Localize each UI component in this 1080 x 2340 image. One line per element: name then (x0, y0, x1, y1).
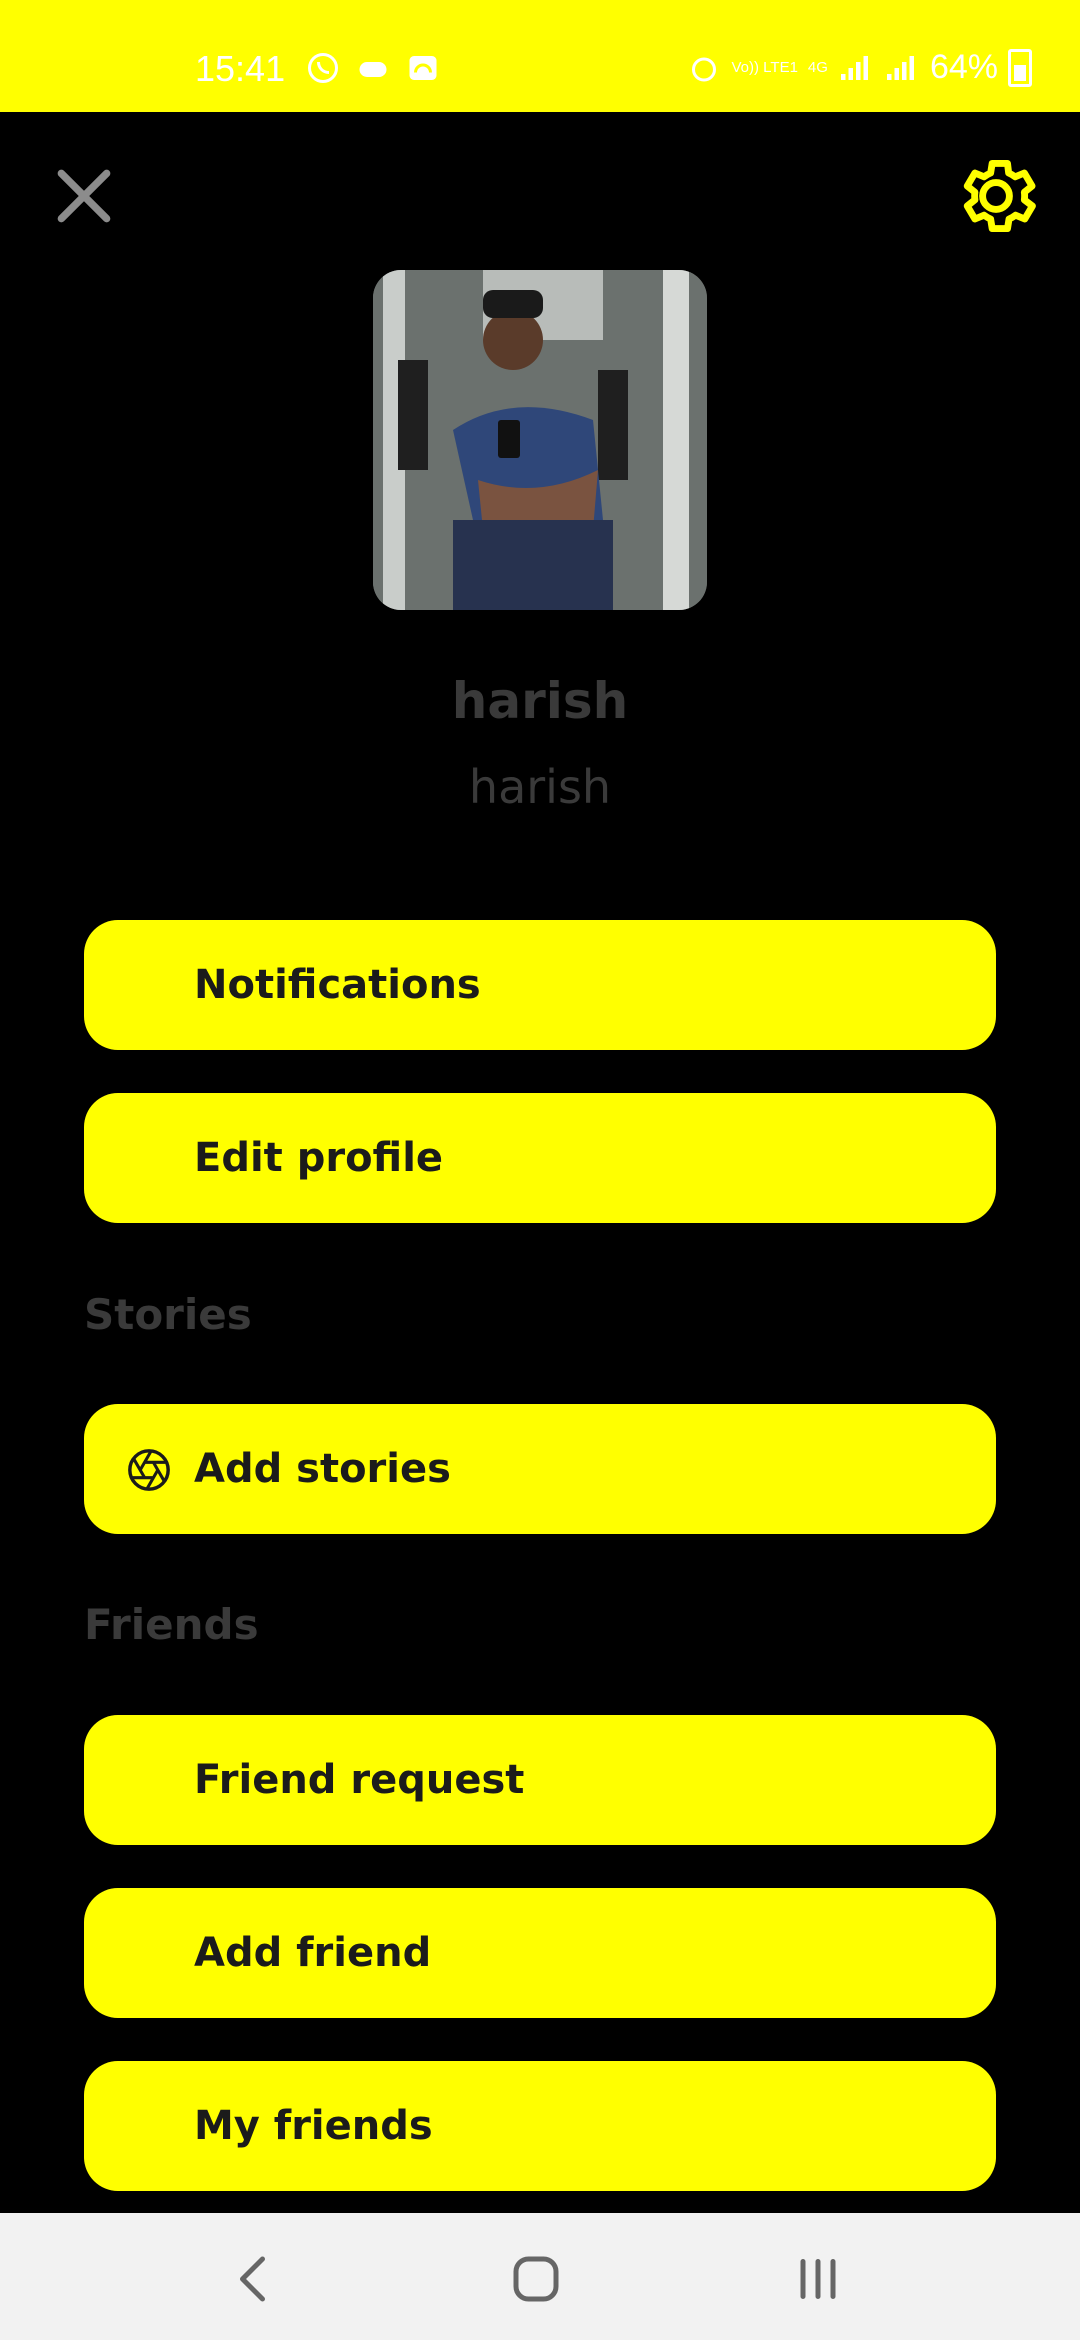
recents-icon[interactable] (788, 2249, 848, 2309)
signal-icon-2 (886, 55, 914, 80)
back-icon[interactable] (225, 2249, 285, 2309)
add-friend-button[interactable]: Add friend (84, 1888, 996, 2018)
system-navigation-bar (0, 2213, 1080, 2340)
edit-profile-button[interactable]: Edit profile (84, 1093, 996, 1223)
alarm-icon (691, 57, 716, 81)
status-time: 15:41 (195, 48, 286, 89)
avatar-photo (373, 270, 707, 610)
stories-section-heading: Stories (84, 1290, 252, 1339)
volte-label: Vo)) LTE1 (731, 58, 798, 76)
notifications-label: Notifications (194, 962, 481, 1008)
my-friends-button[interactable]: My friends (84, 2061, 996, 2191)
game-icon (359, 62, 387, 77)
network-type: 4G (807, 58, 828, 76)
gear-icon[interactable] (950, 150, 1042, 242)
add-friend-label: Add friend (194, 1930, 432, 1976)
home-icon[interactable] (506, 2249, 566, 2309)
notifications-button[interactable]: Notifications (84, 920, 996, 1050)
friend-request-button[interactable]: Friend request (84, 1715, 996, 1845)
aperture-icon (128, 1449, 170, 1491)
status-icons-right: Vo)) LTE1 4G 64% (686, 48, 1032, 87)
profile-username: harish (468, 760, 612, 814)
signal-icon (840, 55, 868, 80)
close-icon[interactable] (50, 162, 118, 230)
edit-profile-label: Edit profile (194, 1135, 444, 1181)
battery-percent: 64% (929, 48, 998, 86)
profile-display-name: harish (451, 672, 629, 730)
status-bar: 15:41 Vo)) LTE1 4G 64% (0, 0, 1080, 112)
status-icons-left (305, 50, 441, 86)
add-stories-button[interactable]: Add stories (84, 1404, 996, 1534)
whatsapp-icon (308, 53, 338, 83)
avatar[interactable] (373, 270, 707, 610)
add-stories-label: Add stories (194, 1446, 451, 1492)
friend-request-label: Friend request (194, 1757, 525, 1803)
battery-icon (1008, 48, 1032, 87)
my-friends-label: My friends (194, 2103, 433, 2149)
friends-section-heading: Friends (84, 1600, 259, 1649)
cast-icon (409, 56, 437, 80)
